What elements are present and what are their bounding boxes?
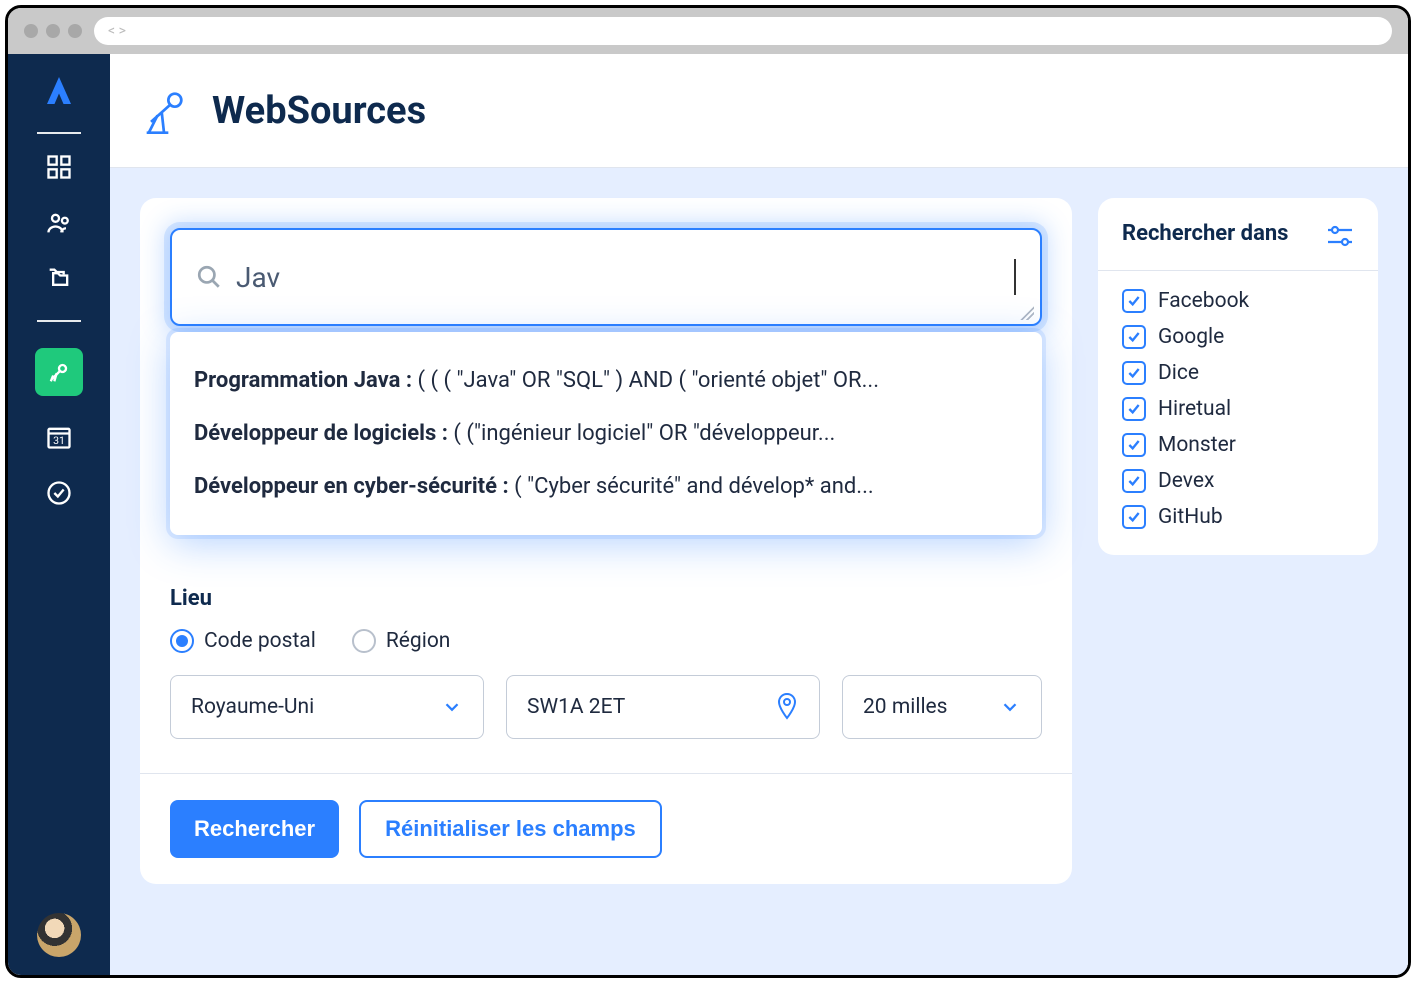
search-input[interactable]: Jav xyxy=(236,261,1006,294)
source-checkbox[interactable]: GitHub xyxy=(1122,505,1354,529)
close-window-button[interactable] xyxy=(24,24,38,38)
search-box[interactable]: Jav xyxy=(170,228,1042,326)
app-logo-icon[interactable] xyxy=(39,72,79,112)
location-section: Lieu Code postal Région xyxy=(170,586,1042,739)
search-panel: Jav Programmation Java : ( ( ( "Java" OR… xyxy=(140,198,1072,884)
radio-region[interactable]: Région xyxy=(352,629,451,653)
telescope-icon xyxy=(138,85,190,137)
svg-text:31: 31 xyxy=(53,434,65,447)
sidebar: 31 xyxy=(8,54,110,975)
location-type-radio-group: Code postal Région xyxy=(170,629,1042,653)
checkbox-checked-icon xyxy=(1122,433,1146,457)
suggestion-title: Développeur en cyber-sécurité : xyxy=(194,474,509,499)
search-icon xyxy=(196,264,222,290)
divider xyxy=(37,132,81,134)
chevron-down-icon xyxy=(999,696,1021,718)
search-suggestions: Programmation Java : ( ( ( "Java" OR "SQ… xyxy=(170,332,1042,535)
people-icon[interactable] xyxy=(44,208,74,238)
select-value: 20 milles xyxy=(863,695,948,719)
page-title: WebSources xyxy=(212,89,426,133)
filter-settings-icon[interactable] xyxy=(1326,224,1354,248)
search-button[interactable]: Rechercher xyxy=(170,800,339,858)
checkbox-checked-icon xyxy=(1122,361,1146,385)
folders-icon[interactable] xyxy=(44,264,74,294)
divider xyxy=(1098,270,1378,271)
filter-header: Rechercher dans xyxy=(1122,220,1354,248)
source-checkbox[interactable]: Dice xyxy=(1122,361,1354,385)
divider xyxy=(37,320,81,322)
checkbox-checked-icon xyxy=(1122,469,1146,493)
websources-icon[interactable] xyxy=(35,348,83,396)
suggestion-item[interactable]: Développeur de logiciels : ( ("ingénieur… xyxy=(174,407,1038,460)
checkbox-checked-icon xyxy=(1122,289,1146,313)
checkbox-checked-icon xyxy=(1122,505,1146,529)
input-value: SW1A 2ET xyxy=(527,695,625,719)
location-inputs: Royaume-Uni SW1A 2ET 20 milles xyxy=(170,675,1042,739)
filter-title: Rechercher dans xyxy=(1122,220,1288,248)
text-cursor xyxy=(1014,259,1016,295)
main-content: WebSources Jav Programmation Java : xyxy=(110,54,1408,975)
checkbox-checked-icon xyxy=(1122,397,1146,421)
checkbox-label: Facebook xyxy=(1158,289,1249,313)
nav-arrows-icon: < > xyxy=(108,23,126,39)
suggestion-title: Programmation Java : xyxy=(194,368,412,393)
checkbox-checked-icon xyxy=(1122,325,1146,349)
panel-footer: Rechercher Réinitialiser les champs xyxy=(140,773,1072,858)
radio-postal[interactable]: Code postal xyxy=(170,629,316,653)
page-header: WebSources xyxy=(110,54,1408,168)
checkbox-label: GitHub xyxy=(1158,505,1223,529)
checkbox-label: Devex xyxy=(1158,469,1214,493)
suggestion-item[interactable]: Développeur en cyber-sécurité : ( "Cyber… xyxy=(174,460,1038,513)
maximize-window-button[interactable] xyxy=(68,24,82,38)
browser-window: < > xyxy=(5,5,1411,978)
sources-list: Facebook Google Dice Hiretual Monster De… xyxy=(1122,289,1354,529)
app-body: 31 WebSources xyxy=(8,54,1408,975)
radio-label: Région xyxy=(386,629,451,653)
calendar-icon[interactable]: 31 xyxy=(44,422,74,452)
checkbox-label: Google xyxy=(1158,325,1224,349)
sidebar-nav: 31 xyxy=(35,152,83,903)
radio-button-unchecked xyxy=(352,629,376,653)
filter-panel: Rechercher dans Facebook Google Dice Hir… xyxy=(1098,198,1378,555)
radio-label: Code postal xyxy=(204,629,316,653)
chevron-down-icon xyxy=(441,696,463,718)
reset-button[interactable]: Réinitialiser les champs xyxy=(359,800,662,858)
map-pin-icon xyxy=(775,692,799,722)
suggestion-query: ( ("ingénieur logiciel" OR "développeur.… xyxy=(448,421,835,446)
search-box-wrap: Jav Programmation Java : ( ( ( "Java" OR… xyxy=(170,228,1042,326)
source-checkbox[interactable]: Facebook xyxy=(1122,289,1354,313)
country-select[interactable]: Royaume-Uni xyxy=(170,675,484,739)
source-checkbox[interactable]: Hiretual xyxy=(1122,397,1354,421)
postal-code-input[interactable]: SW1A 2ET xyxy=(506,675,820,739)
browser-chrome: < > xyxy=(8,8,1408,54)
user-avatar[interactable] xyxy=(37,913,81,957)
source-checkbox[interactable]: Google xyxy=(1122,325,1354,349)
checkbox-label: Dice xyxy=(1158,361,1199,385)
content-area: Jav Programmation Java : ( ( ( "Java" OR… xyxy=(110,168,1408,975)
window-controls xyxy=(24,24,82,38)
suggestion-title: Développeur de logiciels : xyxy=(194,421,448,446)
source-checkbox[interactable]: Devex xyxy=(1122,469,1354,493)
suggestion-query: ( "Cyber sécurité" and dévelop* and... xyxy=(509,474,874,499)
checkbox-label: Monster xyxy=(1158,433,1236,457)
select-value: Royaume-Uni xyxy=(191,695,314,719)
radio-button-checked xyxy=(170,629,194,653)
location-label: Lieu xyxy=(170,586,1042,611)
minimize-window-button[interactable] xyxy=(46,24,60,38)
check-circle-icon[interactable] xyxy=(44,478,74,508)
radius-select[interactable]: 20 milles xyxy=(842,675,1042,739)
checkbox-label: Hiretual xyxy=(1158,397,1231,421)
suggestion-query: ( ( ( "Java" OR "SQL" ) AND ( "orienté o… xyxy=(412,368,879,393)
source-checkbox[interactable]: Monster xyxy=(1122,433,1354,457)
dashboard-icon[interactable] xyxy=(44,152,74,182)
suggestion-item[interactable]: Programmation Java : ( ( ( "Java" OR "SQ… xyxy=(174,354,1038,407)
url-bar[interactable]: < > xyxy=(94,17,1392,45)
